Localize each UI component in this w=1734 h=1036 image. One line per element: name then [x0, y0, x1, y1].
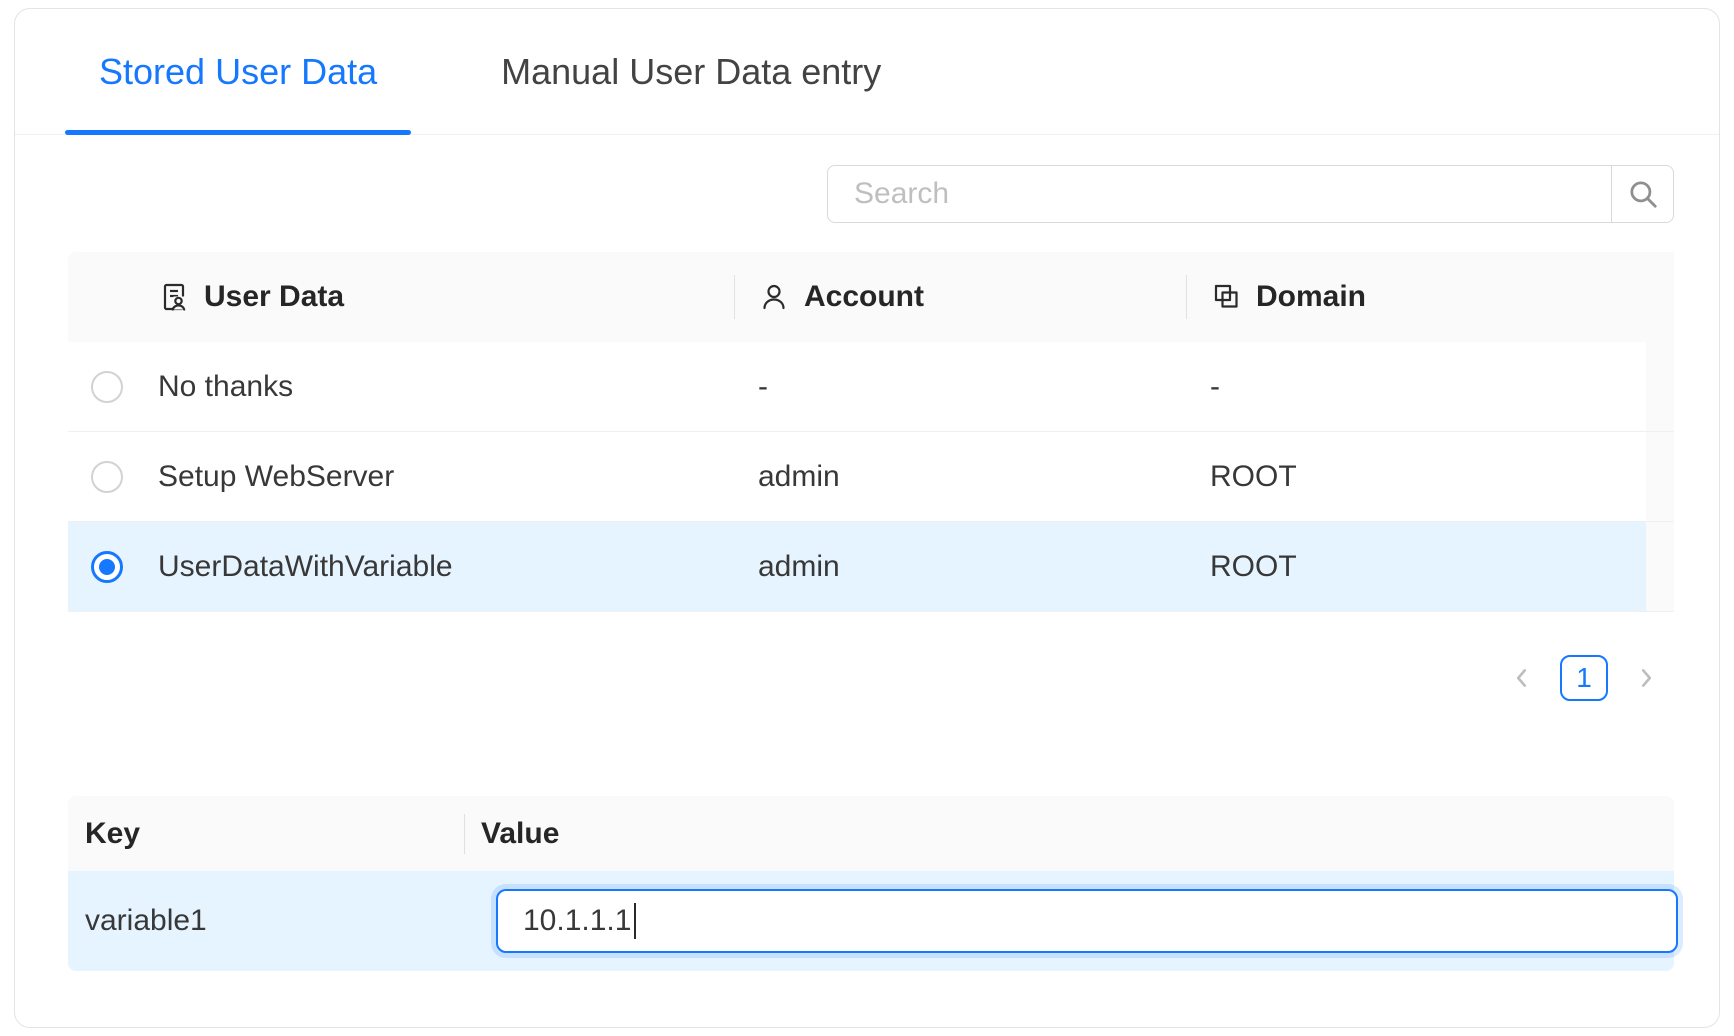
- user-data-table: User Data Account: [68, 252, 1674, 612]
- search-bar: [68, 165, 1674, 223]
- header-label: User Data: [204, 280, 344, 314]
- kv-header-value: Value: [464, 796, 1674, 871]
- table-row-userdatawithvariable[interactable]: UserDataWithVariable admin ROOT: [68, 522, 1674, 612]
- pagination: 1: [68, 655, 1674, 701]
- user-data-icon: [158, 281, 190, 313]
- cell-user-data: UserDataWithVariable: [146, 522, 734, 611]
- tab-stored-user-data[interactable]: Stored User Data: [65, 9, 411, 134]
- search-icon: [1626, 177, 1660, 211]
- variables-table: Key Value variable1 10.1.1.1: [68, 796, 1674, 971]
- header-account: Account: [734, 252, 1186, 342]
- kv-header-row: Key Value: [68, 796, 1674, 871]
- kv-key: variable1: [68, 871, 464, 971]
- cell-user-data: No thanks: [146, 342, 734, 431]
- pagination-prev-button[interactable]: [1502, 658, 1542, 698]
- header-label: Domain: [1256, 280, 1366, 314]
- stored-user-data-panel: Stored User Data Manual User Data entry: [14, 8, 1720, 1028]
- domain-icon: [1210, 281, 1242, 313]
- cell-user-data: Setup WebServer: [146, 432, 734, 521]
- pagination-page-1[interactable]: 1: [1560, 655, 1608, 701]
- tab-label: Manual User Data entry: [501, 51, 881, 93]
- header-label: Account: [804, 280, 924, 314]
- scrollbar-gutter: [1646, 252, 1674, 342]
- tab-bar: Stored User Data Manual User Data entry: [15, 9, 1719, 135]
- tab-manual-user-data-entry[interactable]: Manual User Data entry: [467, 9, 915, 134]
- chevron-left-icon: [1509, 665, 1535, 691]
- table-body: No thanks - - Setup WebServer admin ROOT…: [68, 342, 1674, 612]
- cell-account: admin: [734, 522, 1186, 611]
- radio-unselected[interactable]: [91, 461, 123, 493]
- value-input[interactable]: 10.1.1.1: [496, 889, 1678, 953]
- kv-header-key: Key: [68, 796, 464, 871]
- table-row-no-thanks[interactable]: No thanks - -: [68, 342, 1674, 432]
- table-header-row: User Data Account: [68, 252, 1674, 342]
- header-user-data: User Data: [146, 252, 734, 342]
- cell-domain: -: [1186, 342, 1646, 431]
- kv-row-variable1: variable1 10.1.1.1: [68, 871, 1674, 971]
- radio-unselected[interactable]: [91, 371, 123, 403]
- kv-value-cell: 10.1.1.1: [464, 871, 1678, 971]
- scrollbar-gutter: [1646, 342, 1674, 431]
- tab-label: Stored User Data: [99, 51, 377, 93]
- cell-domain: ROOT: [1186, 432, 1646, 521]
- value-input-text: 10.1.1.1: [523, 904, 631, 938]
- header-radio-column: [68, 252, 146, 342]
- radio-selected[interactable]: [91, 551, 123, 583]
- scrollbar-gutter: [1646, 432, 1674, 521]
- chevron-right-icon: [1633, 665, 1659, 691]
- search-input[interactable]: [827, 165, 1612, 223]
- cell-account: admin: [734, 432, 1186, 521]
- search-button[interactable]: [1611, 165, 1674, 223]
- cell-domain: ROOT: [1186, 522, 1646, 611]
- cell-account: -: [734, 342, 1186, 431]
- header-domain: Domain: [1186, 252, 1646, 342]
- text-cursor: [634, 903, 636, 939]
- scrollbar-gutter: [1646, 522, 1674, 611]
- account-icon: [758, 281, 790, 313]
- pagination-next-button[interactable]: [1626, 658, 1666, 698]
- table-row-setup-webserver[interactable]: Setup WebServer admin ROOT: [68, 432, 1674, 522]
